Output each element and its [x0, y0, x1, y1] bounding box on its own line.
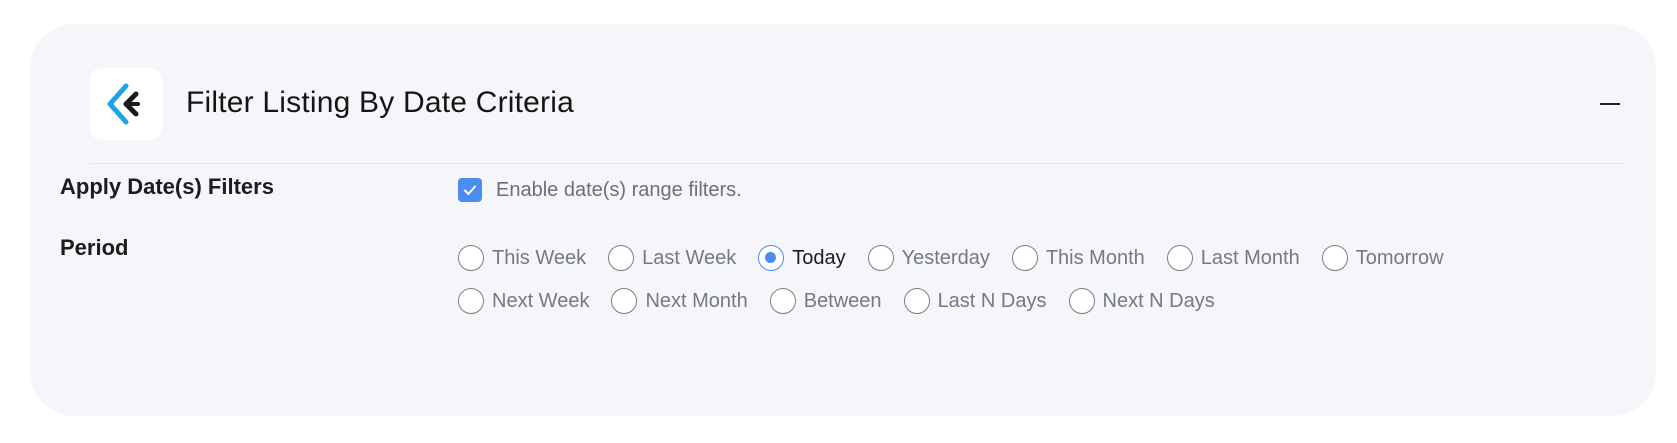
period-option-next-week[interactable]: Next Week — [458, 288, 589, 314]
radio-button[interactable] — [611, 288, 638, 314]
period-option-between[interactable]: Between — [769, 288, 882, 314]
radio-button[interactable] — [769, 288, 796, 314]
period-option-last-week[interactable]: Last Week — [608, 245, 736, 271]
jetengine-logo-icon — [107, 83, 140, 125]
radio-label: Tomorrow — [1355, 246, 1444, 269]
period-option-yesterday[interactable]: Yesterday — [867, 245, 990, 271]
collapse-button[interactable] — [1594, 88, 1626, 120]
radio-button[interactable] — [1011, 245, 1038, 271]
radio-label: Next N Days — [1102, 289, 1215, 312]
period-options-row-1: This Week Last Week Today Yesterday This… — [458, 245, 1466, 271]
radio-button[interactable] — [1166, 245, 1193, 271]
enable-date-filters-control[interactable]: Enable date(s) range filters. — [458, 178, 742, 202]
period-option-this-month[interactable]: This Month — [1011, 245, 1145, 271]
radio-button[interactable] — [903, 288, 930, 314]
period-option-tomorrow[interactable]: Tomorrow — [1321, 245, 1444, 271]
apply-filters-label: Apply Date(s) Filters — [60, 174, 274, 199]
radio-button[interactable] — [867, 245, 894, 271]
radio-button[interactable] — [458, 288, 484, 314]
radio-label: This Week — [492, 246, 587, 269]
radio-label: This Month — [1045, 246, 1145, 269]
radio-label: Between — [803, 289, 882, 312]
period-option-next-n-days[interactable]: Next N Days — [1068, 288, 1215, 314]
panel-title: Filter Listing By Date Criteria — [186, 86, 574, 119]
radio-label: Last Month — [1200, 246, 1300, 269]
radio-label: Yesterday — [901, 246, 990, 269]
header-divider — [90, 163, 1626, 164]
period-options-row-2: Next Week Next Month Between Last N Days… — [458, 288, 1237, 314]
period-option-this-week[interactable]: This Week — [458, 245, 586, 271]
radio-button[interactable] — [1068, 288, 1095, 314]
radio-button[interactable] — [458, 245, 484, 271]
radio-label: Last Week — [642, 246, 737, 269]
filter-panel-card: Filter Listing By Date Criteria — [30, 24, 1656, 416]
period-option-last-n-days[interactable]: Last N Days — [903, 288, 1047, 314]
period-option-next-month[interactable]: Next Month — [611, 288, 748, 314]
radio-label: Last N Days — [937, 289, 1047, 312]
radio-button-selected[interactable] — [758, 245, 785, 271]
checkmark-icon — [464, 185, 476, 195]
radio-label: Next Week — [492, 289, 590, 312]
enable-date-filters-label: Enable date(s) range filters. — [496, 178, 742, 201]
radio-button[interactable] — [1321, 245, 1348, 271]
logo-box — [90, 68, 162, 140]
radio-button[interactable] — [608, 245, 635, 271]
panel-header: Filter Listing By Date Criteria — [90, 68, 1626, 168]
radio-label: Next Month — [645, 289, 748, 312]
period-option-today[interactable]: Today — [758, 245, 846, 271]
radio-label: Today — [792, 246, 846, 269]
enable-date-filters-checkbox[interactable] — [458, 178, 482, 202]
period-label: Period — [60, 235, 129, 260]
period-option-last-month[interactable]: Last Month — [1166, 245, 1300, 271]
